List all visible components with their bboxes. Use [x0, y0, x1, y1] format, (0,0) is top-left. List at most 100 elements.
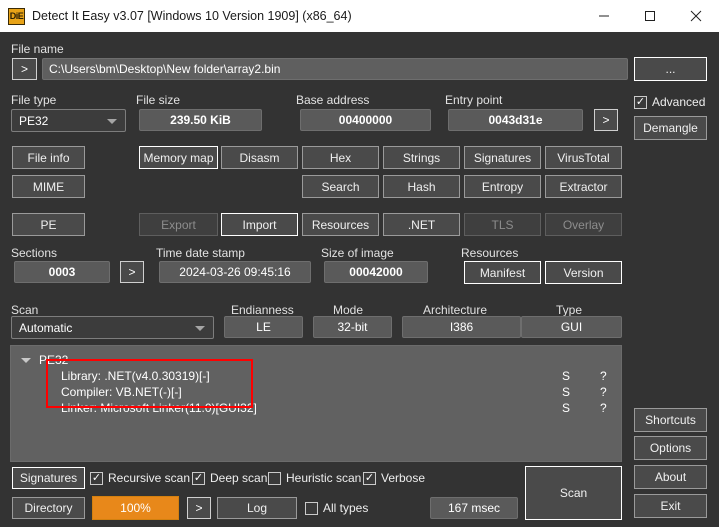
- recursive-scan-checkbox[interactable]: ✓ Recursive scan: [90, 471, 190, 485]
- table-row[interactable]: Linker: Microsoft Linker(11.0)[GUI32] S …: [11, 401, 621, 417]
- about-button[interactable]: About: [634, 465, 707, 489]
- all-types-label: All types: [323, 501, 369, 515]
- dotnet-button[interactable]: .NET: [383, 213, 460, 236]
- entry-point-label: Entry point: [445, 93, 503, 107]
- heuristic-scan-checkbox[interactable]: ✓ Heuristic scan: [268, 471, 361, 485]
- resources-label: Resources: [461, 246, 519, 260]
- type-value: GUI: [521, 316, 622, 338]
- log-button[interactable]: Log: [217, 497, 297, 519]
- result-info-flag[interactable]: ?: [600, 369, 607, 383]
- sections-go-button[interactable]: >: [120, 261, 144, 283]
- timestamp-value: 2024-03-26 09:45:16: [159, 261, 311, 283]
- table-row[interactable]: Compiler: VB.NET(-)[-] S ?: [11, 385, 621, 401]
- strings-button[interactable]: Strings: [383, 146, 460, 169]
- result-name: Compiler: VB.NET(-)[-]: [61, 385, 182, 399]
- base-address-value: 00400000: [300, 109, 431, 131]
- result-info-flag[interactable]: ?: [600, 401, 607, 415]
- version-button[interactable]: Version: [545, 261, 622, 284]
- endianness-value: LE: [224, 316, 303, 338]
- mode-value: 32-bit: [313, 316, 392, 338]
- result-signature-flag[interactable]: S: [562, 401, 570, 415]
- shortcuts-button[interactable]: Shortcuts: [634, 408, 707, 432]
- app-icon: DiE: [8, 7, 25, 25]
- type-label: Type: [556, 303, 583, 317]
- endianness-label: Endianness: [231, 303, 294, 317]
- scan-button[interactable]: Scan: [525, 466, 622, 520]
- maximize-icon[interactable]: [627, 0, 673, 32]
- virustotal-button[interactable]: VirusTotal: [545, 146, 622, 169]
- check-icon: ✓: [634, 95, 647, 109]
- timestamp-label: Time date stamp: [156, 246, 245, 260]
- scan-progress-bar: 100%: [92, 496, 179, 520]
- disasm-button[interactable]: Disasm: [221, 146, 298, 169]
- file-size-label: File size: [136, 93, 181, 107]
- resources-button[interactable]: Resources: [302, 213, 379, 236]
- search-button[interactable]: Search: [302, 175, 379, 198]
- architecture-value: I386: [402, 316, 521, 338]
- extractor-button[interactable]: Extractor: [545, 175, 622, 198]
- sections-value: 0003: [14, 261, 110, 283]
- mime-button[interactable]: MIME: [12, 175, 85, 198]
- check-icon: ✓: [305, 501, 318, 515]
- verbose-checkbox[interactable]: ✓ Verbose: [363, 471, 425, 485]
- export-button: Export: [139, 213, 218, 236]
- signatures-tool-button[interactable]: Signatures: [464, 146, 541, 169]
- scan-mode-value: Automatic: [19, 320, 73, 335]
- exit-button[interactable]: Exit: [634, 494, 707, 518]
- memory-map-button[interactable]: Memory map: [139, 146, 218, 169]
- file-info-button[interactable]: File info: [12, 146, 85, 169]
- mode-label: Mode: [333, 303, 364, 317]
- minimize-icon[interactable]: [581, 0, 627, 32]
- base-address-label: Base address: [296, 93, 370, 107]
- file-size-value: 239.50 KiB: [139, 109, 262, 131]
- manifest-button[interactable]: Manifest: [464, 261, 541, 284]
- check-icon: ✓: [90, 471, 103, 485]
- size-of-image-value: 00042000: [324, 261, 428, 283]
- file-type-combo[interactable]: PE32: [11, 109, 126, 132]
- deep-scan-checkbox[interactable]: ✓ Deep scan: [192, 471, 267, 485]
- size-of-image-label: Size of image: [321, 246, 394, 260]
- deep-scan-label: Deep scan: [210, 471, 268, 485]
- pe-button[interactable]: PE: [12, 213, 85, 236]
- signatures-button[interactable]: Signatures: [12, 467, 85, 489]
- demangle-button[interactable]: Demangle: [634, 116, 707, 140]
- check-icon: ✓: [363, 471, 376, 485]
- browse-button[interactable]: ...: [634, 57, 707, 81]
- result-name: Library: .NET(v4.0.30319)[-]: [61, 369, 210, 383]
- file-name-input[interactable]: C:\Users\bm\Desktop\New folder\array2.bi…: [42, 58, 628, 80]
- result-info-flag[interactable]: ?: [600, 385, 607, 399]
- chevron-down-icon[interactable]: [21, 357, 31, 363]
- directory-button[interactable]: Directory: [12, 497, 85, 519]
- sections-label: Sections: [11, 246, 58, 260]
- title-bar: DiE Detect It Easy v3.07 [Windows 10 Ver…: [0, 0, 719, 32]
- table-row[interactable]: Library: .NET(v4.0.30319)[-] S ?: [11, 369, 621, 385]
- entry-point-go-button[interactable]: >: [594, 109, 618, 131]
- tree-root-item[interactable]: PE32: [21, 353, 68, 367]
- file-name-expand-button[interactable]: >: [12, 58, 37, 80]
- progress-expand-button[interactable]: >: [187, 497, 211, 519]
- heuristic-scan-label: Heuristic scan: [286, 471, 362, 485]
- scan-mode-combo[interactable]: Automatic: [11, 316, 214, 339]
- all-types-checkbox[interactable]: ✓ All types: [305, 501, 368, 515]
- options-button[interactable]: Options: [634, 436, 707, 460]
- chevron-down-icon: [195, 325, 205, 331]
- hash-button[interactable]: Hash: [383, 175, 460, 198]
- entropy-button[interactable]: Entropy: [464, 175, 541, 198]
- advanced-checkbox[interactable]: ✓ Advanced: [634, 95, 705, 109]
- tree-root-label: PE32: [39, 353, 69, 367]
- advanced-label: Advanced: [652, 95, 706, 109]
- tls-button: TLS: [464, 213, 541, 236]
- result-signature-flag[interactable]: S: [562, 369, 570, 383]
- chevron-down-icon: [107, 118, 117, 124]
- file-name-label: File name: [11, 42, 64, 56]
- entry-point-value: 0043d31e: [448, 109, 583, 131]
- recursive-scan-label: Recursive scan: [108, 471, 191, 485]
- result-signature-flag[interactable]: S: [562, 385, 570, 399]
- close-icon[interactable]: [673, 0, 719, 32]
- import-button[interactable]: Import: [221, 213, 298, 236]
- scan-label: Scan: [11, 303, 39, 317]
- hex-button[interactable]: Hex: [302, 146, 379, 169]
- file-type-value: PE32: [19, 113, 49, 128]
- result-name: Linker: Microsoft Linker(11.0)[GUI32]: [61, 401, 257, 415]
- check-icon: ✓: [268, 471, 281, 485]
